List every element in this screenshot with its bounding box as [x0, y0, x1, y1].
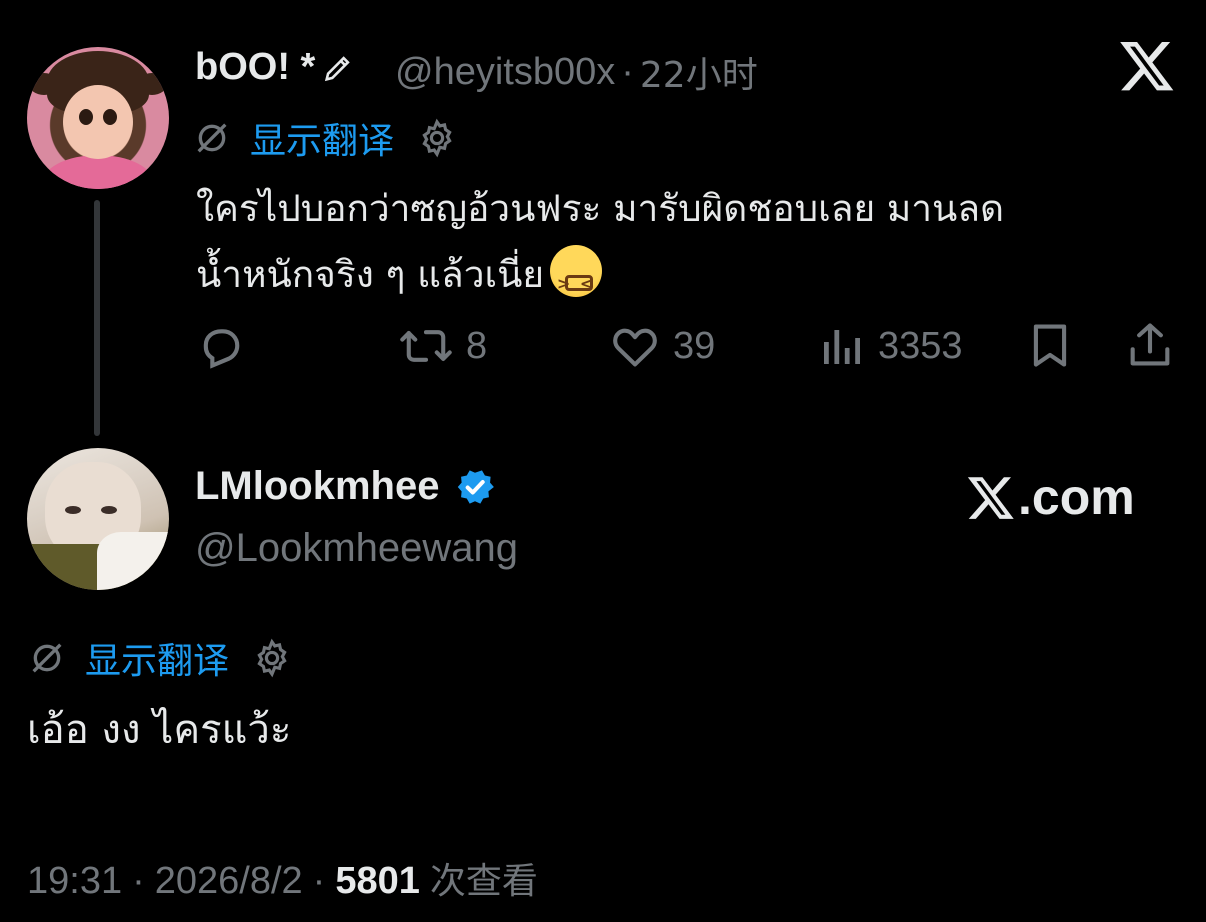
tweet-date[interactable]: 2026/8/2 [155, 860, 303, 903]
parent-author-handle[interactable]: @heyitsb00x [395, 51, 615, 94]
parent-author-avatar[interactable] [27, 47, 169, 189]
pencil-icon [321, 51, 355, 85]
parent-tweet-time[interactable]: 22小时 [640, 46, 758, 98]
parent-author-handle-group: @heyitsb00x · 22小时 [395, 46, 758, 98]
avatar-face-part [63, 85, 133, 159]
share-icon [1124, 318, 1176, 372]
views-bar-chart-icon [818, 320, 866, 372]
main-tweet-text: เอ้อ งง ไครแว้ะ [27, 707, 292, 753]
avatar-eye-part [79, 109, 93, 125]
thread-connector-line [94, 200, 100, 436]
parent-author-name[interactable]: bOO! * [195, 46, 315, 89]
separator-dot: · [132, 860, 145, 902]
avatar-shirt-part [41, 155, 155, 189]
x-logo-icon [966, 472, 1016, 522]
no-translate-icon [192, 118, 232, 158]
parent-translate-row: 显示翻译 [192, 112, 458, 164]
views-count: 3353 [878, 324, 963, 367]
show-translation-link[interactable]: 显示翻译 [85, 632, 229, 684]
like-count: 39 [673, 324, 716, 367]
separator-dot: · [312, 860, 326, 902]
show-translation-link[interactable]: 显示翻译 [250, 112, 394, 164]
avatar-eye-part [103, 109, 117, 125]
separator-dot: · [621, 50, 634, 93]
retweet-icon [398, 320, 454, 372]
heart-icon [609, 320, 661, 372]
main-translate-row: 显示翻译 [27, 632, 293, 684]
gear-icon[interactable] [251, 637, 293, 679]
x-logo-icon[interactable] [1118, 36, 1182, 100]
parent-tweet-text-line: ใครไปบอกว่าซญอ้วนฟระ มารับผิดชอบเลย มานล… [196, 187, 1005, 230]
no-translate-icon [27, 638, 67, 678]
tweet-view-label: 次查看 [429, 861, 538, 902]
verified-badge-icon [453, 465, 497, 509]
x-com-watermark-text: .com [1018, 469, 1135, 525]
avatar-eye-part [65, 506, 81, 514]
parent-tweet-text-line-content: น้ำหนักจริง ๆ แล้วเนี่ย [196, 253, 545, 296]
retweet-button[interactable]: 8 [398, 320, 487, 372]
tweet-time[interactable]: 19:31 [27, 860, 122, 903]
tired-face-emoji [550, 245, 603, 317]
reply-button[interactable] [195, 320, 247, 372]
tweet-view-count[interactable]: 5801 [335, 860, 420, 903]
share-button[interactable] [1124, 318, 1176, 372]
parent-tweet-text: ใครไปบอกว่าซญอ้วนฟระ มารับผิดชอบเลย มานล… [196, 176, 1186, 317]
parent-author-name-group[interactable]: bOO! * [195, 46, 355, 89]
avatar-eye-part [101, 506, 117, 514]
gear-icon[interactable] [416, 117, 458, 159]
main-author-avatar[interactable] [27, 448, 169, 590]
bookmark-button[interactable] [1024, 318, 1076, 372]
main-author-name[interactable]: LMlookmhee [195, 464, 439, 509]
reply-icon [195, 320, 247, 372]
like-button[interactable]: 39 [609, 320, 715, 372]
main-author-handle[interactable]: @Lookmheewang [195, 526, 518, 571]
tweet-meta-row: 19:31 · 2026/8/2 · 5801 次查看 [27, 852, 538, 904]
x-com-watermark: .com [966, 468, 1135, 526]
bookmark-icon [1024, 318, 1076, 372]
avatar-cloth-part [97, 532, 169, 590]
parent-tweet-text-line: น้ำหนักจริง ๆ แล้วเนี่ย [196, 242, 1186, 317]
views-button[interactable]: 3353 [818, 320, 963, 372]
main-author-name-group[interactable]: LMlookmhee [195, 464, 497, 509]
retweet-count: 8 [466, 324, 488, 367]
